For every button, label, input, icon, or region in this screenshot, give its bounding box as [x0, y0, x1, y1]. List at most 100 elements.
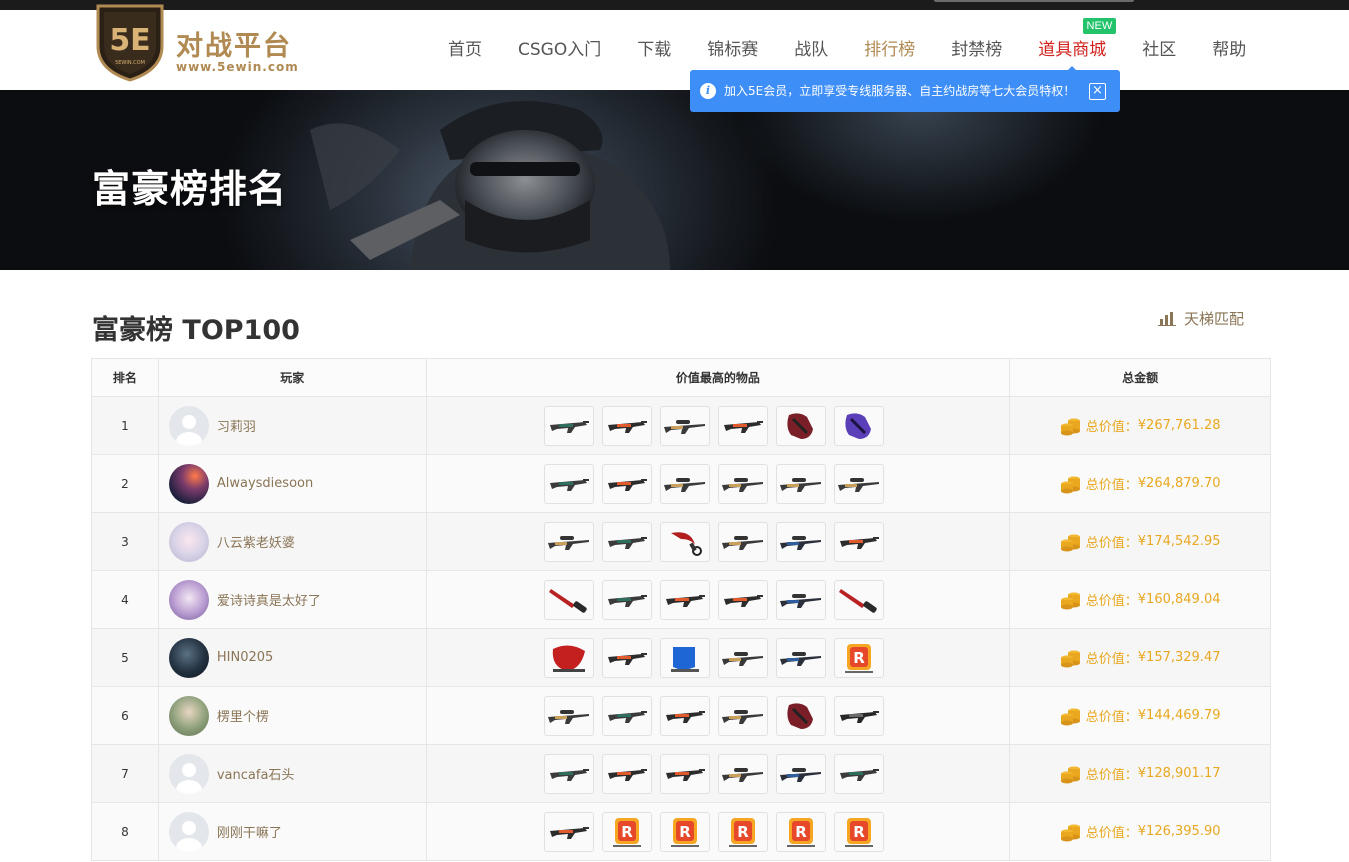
coin-stack-icon	[1060, 418, 1080, 435]
nav-community[interactable]: 社区	[1124, 10, 1194, 90]
top-search-stub[interactable]	[934, 0, 1134, 2]
rank-cell: 5	[91, 628, 159, 687]
awp-gold-item-icon[interactable]	[659, 405, 710, 446]
avatar[interactable]	[168, 637, 209, 678]
nav-download[interactable]: 下载	[619, 10, 689, 90]
ak-green-item-icon[interactable]	[601, 695, 652, 736]
nav-csgo-intro[interactable]: CSGO入门	[500, 10, 619, 90]
gloves-purple-item-icon[interactable]	[833, 405, 884, 446]
awp-gold-item-icon[interactable]	[717, 637, 768, 678]
awp-gold-item-icon[interactable]	[543, 521, 594, 562]
total-cell: 总价值： ¥267,761.28	[1009, 396, 1271, 455]
player-name[interactable]: 刚刚干嘛了	[217, 822, 282, 841]
player-name[interactable]: 爱诗诗真是太好了	[217, 590, 321, 609]
rank-cell: 8	[91, 802, 159, 861]
player-name[interactable]: 八云紫老妖婆	[217, 532, 295, 551]
nav-help[interactable]: 帮助	[1194, 10, 1264, 90]
m4-orange-item-icon[interactable]	[601, 637, 652, 678]
total-value: 总价值： ¥126,395.90	[1010, 822, 1270, 842]
awp-gold-item-icon[interactable]	[717, 463, 768, 504]
gloves-red-item-icon[interactable]	[775, 695, 826, 736]
m4-orange-item-icon[interactable]	[601, 753, 652, 794]
total-amount: ¥144,469.79	[1137, 708, 1221, 723]
site-logo[interactable]: 5E 5EWIN.COM 对战平台 www.5ewin.com	[92, 0, 332, 92]
avatar[interactable]	[168, 753, 209, 794]
awp-gold-item-icon[interactable]	[659, 463, 710, 504]
player-link[interactable]: 刚刚干嘛了	[159, 811, 426, 852]
header-items: 价值最高的物品	[425, 358, 1011, 397]
player-link[interactable]: 楞里个楞	[159, 695, 426, 736]
m4-orange-item-icon[interactable]	[659, 753, 710, 794]
items-list	[427, 753, 1010, 794]
player-link[interactable]: 爱诗诗真是太好了	[159, 579, 426, 620]
avatar[interactable]	[168, 521, 209, 562]
sticker-r-item-icon[interactable]: R	[659, 811, 710, 852]
avatar[interactable]	[168, 579, 209, 620]
avatar[interactable]	[168, 695, 209, 736]
m4-orange-item-icon[interactable]	[543, 811, 594, 852]
player-cell: HIN0205	[157, 628, 427, 687]
awp-gold-item-icon[interactable]	[717, 521, 768, 562]
sticker-red-item-icon[interactable]	[543, 637, 594, 678]
sticker-blue-item-icon[interactable]	[659, 637, 710, 678]
ak-green-item-icon[interactable]	[601, 521, 652, 562]
player-name[interactable]: 习莉羽	[217, 416, 256, 435]
awp-gold-item-icon[interactable]	[717, 695, 768, 736]
player-link[interactable]: vancafa石头	[159, 753, 426, 794]
nav-home[interactable]: 首页	[430, 10, 500, 90]
awp-blue-item-icon[interactable]	[775, 579, 826, 620]
ak-green-item-icon[interactable]	[833, 753, 884, 794]
player-name[interactable]: 楞里个楞	[217, 706, 269, 725]
gloves-red-item-icon[interactable]	[775, 405, 826, 446]
sticker-r-item-icon[interactable]: R	[833, 637, 884, 678]
tooltip-close-button[interactable]: ×	[1089, 83, 1106, 100]
player-name[interactable]: Alwaysdiesoon	[217, 476, 313, 491]
m4-orange-item-icon[interactable]	[659, 579, 710, 620]
player-link[interactable]: Alwaysdiesoon	[159, 463, 426, 504]
sticker-r-item-icon[interactable]: R	[833, 811, 884, 852]
bayonet-red-item-icon[interactable]	[543, 579, 594, 620]
karambit-red-item-icon[interactable]	[659, 521, 710, 562]
awp-blue-item-icon[interactable]	[775, 637, 826, 678]
m4-orange-item-icon[interactable]	[601, 463, 652, 504]
m4-orange-item-icon[interactable]	[601, 405, 652, 446]
player-name[interactable]: vancafa石头	[217, 764, 295, 783]
rank-cell: 6	[91, 686, 159, 745]
awp-blue-item-icon[interactable]	[775, 521, 826, 562]
player-name[interactable]: HIN0205	[217, 650, 273, 665]
table-row: 8 刚刚干嘛了 R R R R R 总价值： ¥126,395.90	[91, 802, 1271, 861]
items-cell: RRRRR	[425, 802, 1011, 861]
ak-green-item-icon[interactable]	[543, 405, 594, 446]
sticker-r-item-icon[interactable]: R	[717, 811, 768, 852]
bar-chart-icon	[1158, 311, 1176, 326]
bayonet-red-item-icon[interactable]	[833, 579, 884, 620]
ak-green-item-icon[interactable]	[543, 753, 594, 794]
sticker-r-item-icon[interactable]: R	[601, 811, 652, 852]
player-link[interactable]: 习莉羽	[159, 405, 426, 446]
sticker-r-item-icon[interactable]: R	[775, 811, 826, 852]
m4-orange-item-icon[interactable]	[717, 579, 768, 620]
ak-green-item-icon[interactable]	[601, 579, 652, 620]
awp-gold-item-icon[interactable]	[717, 753, 768, 794]
ladder-match-link[interactable]: 天梯匹配	[1158, 308, 1244, 329]
avatar[interactable]	[168, 463, 209, 504]
player-link[interactable]: HIN0205	[159, 637, 426, 678]
m4-orange-item-icon[interactable]	[717, 405, 768, 446]
ak-green-item-icon[interactable]	[543, 463, 594, 504]
avatar[interactable]	[168, 811, 209, 852]
awp-gold-item-icon[interactable]	[775, 463, 826, 504]
items-list	[427, 695, 1010, 736]
m4-dark-item-icon[interactable]	[833, 695, 884, 736]
svg-text:R: R	[679, 823, 691, 841]
awp-gold-item-icon[interactable]	[543, 695, 594, 736]
m4-orange-item-icon[interactable]	[833, 521, 884, 562]
awp-blue-item-icon[interactable]	[775, 753, 826, 794]
total-cell: 总价值： ¥126,395.90	[1009, 802, 1271, 861]
items-cell	[425, 512, 1011, 571]
avatar[interactable]	[168, 405, 209, 446]
player-link[interactable]: 八云紫老妖婆	[159, 521, 426, 562]
m4-orange-item-icon[interactable]	[659, 695, 710, 736]
vip-tooltip[interactable]: i 加入5E会员，立即享受专线服务器、自主约战房等七大会员特权！ ×	[690, 70, 1120, 112]
ak-green-icon	[607, 710, 647, 723]
awp-gold-item-icon[interactable]	[833, 463, 884, 504]
